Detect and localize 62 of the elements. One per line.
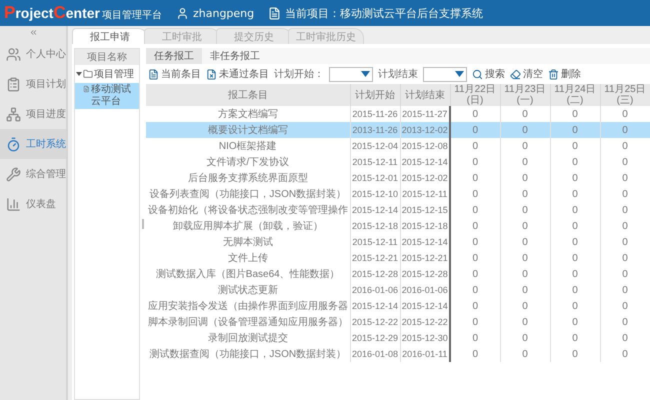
end-dropdown[interactable] bbox=[423, 66, 467, 82]
sub-tab[interactable]: 任务报工 bbox=[146, 48, 202, 64]
column-header: 计划开始 bbox=[350, 84, 400, 106]
expand-icon[interactable] bbox=[76, 71, 82, 77]
rejected-items-button[interactable]: 未通过条目 bbox=[206, 67, 269, 81]
table-row[interactable]: 概要设计文档编写 2013-11-26 2013-12-02 0 0 0 0 bbox=[146, 122, 650, 138]
sidebar-item[interactable]: 个人中心 bbox=[0, 39, 66, 69]
table-row[interactable]: NIO框架搭建 2015-12-04 2015-12-08 0 0 0 0 bbox=[146, 138, 650, 154]
column-header: 报工条目 bbox=[146, 84, 350, 106]
tools-icon bbox=[6, 166, 21, 182]
table-cell: 2016-01-08 bbox=[350, 346, 400, 362]
column-header: 计划结束 bbox=[400, 84, 450, 106]
tab[interactable]: 工时审批历史 bbox=[288, 28, 364, 44]
file-icon bbox=[83, 84, 90, 94]
table-row[interactable]: 方案文档编写 2015-11-26 2015-11-27 0 0 0 0 bbox=[146, 106, 650, 122]
column-header: 11月23日(一) bbox=[500, 84, 550, 106]
sidebar-item[interactable]: 项目进度 bbox=[0, 99, 66, 129]
tree-node[interactable]: 项目管理 bbox=[75, 65, 139, 83]
end-label: 计划结束 bbox=[378, 68, 418, 81]
start-label: 计划开始： bbox=[274, 68, 324, 81]
splitter-handle[interactable] bbox=[142, 219, 144, 229]
dropdown-caret-icon bbox=[361, 71, 370, 77]
table-cell: 0 bbox=[500, 346, 550, 362]
delete-button[interactable]: 删除 bbox=[548, 67, 581, 81]
logo: ProjectCenter bbox=[4, 3, 100, 23]
user-icon bbox=[176, 6, 189, 20]
sidebar-item[interactable]: 仪表盘 bbox=[0, 189, 66, 219]
column-header: 11月25日(三) bbox=[600, 84, 650, 106]
platform-title: 项目管理平台 bbox=[102, 8, 162, 22]
column-header: 11月22日(日) bbox=[450, 84, 500, 106]
sidebar-item[interactable]: 工时系统 bbox=[0, 129, 66, 159]
users-icon bbox=[6, 46, 21, 62]
tree-heading: 项目名称 bbox=[75, 49, 139, 65]
tree-item[interactable]: 移动测试云平台 bbox=[75, 83, 139, 109]
dropdown-caret-icon bbox=[455, 71, 464, 77]
document-icon bbox=[268, 6, 282, 20]
sidebar-item[interactable]: 项目计划 bbox=[0, 69, 66, 99]
folder-icon bbox=[83, 69, 93, 79]
user-name: zhangpeng bbox=[192, 6, 254, 20]
sub-tab[interactable]: 非任务报工 bbox=[202, 48, 268, 64]
start-dropdown[interactable] bbox=[329, 66, 373, 82]
search-icon bbox=[472, 68, 483, 80]
trash-icon bbox=[548, 68, 559, 80]
document-x-icon bbox=[206, 68, 217, 80]
current-items-button[interactable]: 当前条目 bbox=[148, 67, 201, 81]
network-icon bbox=[6, 106, 21, 122]
stopwatch-icon bbox=[6, 136, 21, 152]
column-header: 11月24日(二) bbox=[550, 84, 600, 106]
table-cell: 0 bbox=[450, 346, 500, 362]
collapse-icon[interactable] bbox=[28, 28, 38, 37]
table-cell: 2016-01-11 bbox=[400, 346, 450, 362]
eraser-icon bbox=[510, 68, 521, 80]
clear-button[interactable]: 清空 bbox=[510, 67, 543, 81]
clipboard-icon bbox=[6, 76, 21, 92]
search-button[interactable]: 搜索 bbox=[472, 67, 505, 81]
sidebar-item[interactable]: 综合管理 bbox=[0, 159, 66, 189]
table-cell: 测试数据查阅（功能接口，JSON数据封装） bbox=[146, 346, 350, 362]
document-icon bbox=[148, 68, 159, 80]
bar-chart-icon bbox=[6, 196, 21, 212]
table-cell: 0 bbox=[550, 346, 600, 362]
current-project: 当前项目：移动测试云平台后台支撑系统 bbox=[285, 6, 484, 20]
table-cell: 0 bbox=[600, 346, 650, 362]
